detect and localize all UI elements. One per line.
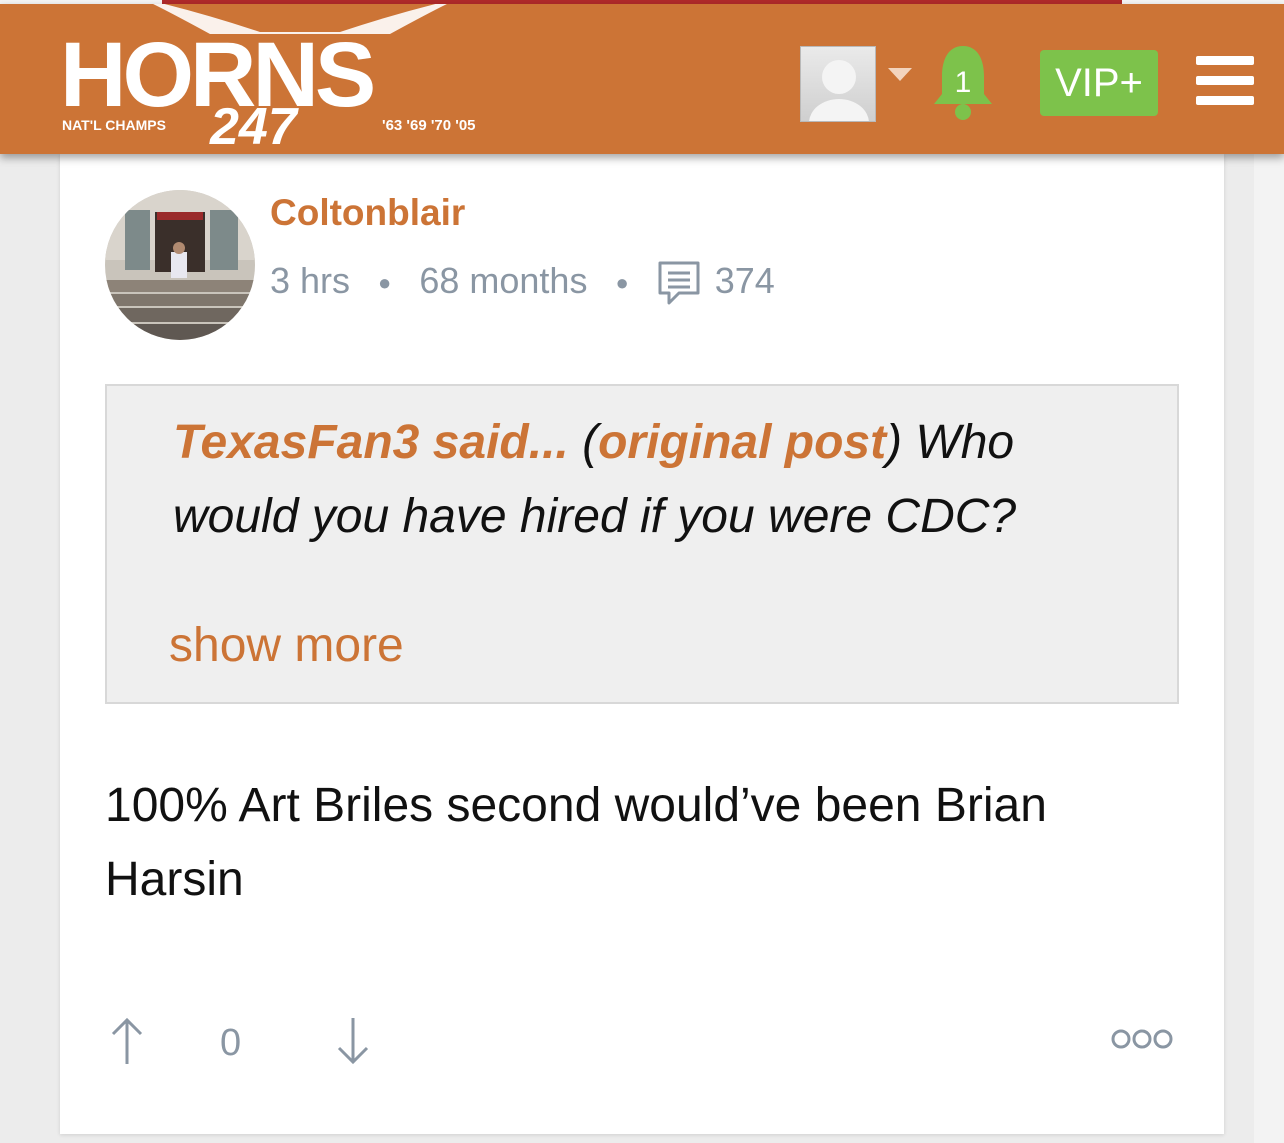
show-more-link[interactable]: show more — [169, 618, 404, 673]
post-count: 374 — [714, 260, 775, 301]
avatar-photo — [105, 190, 255, 340]
upvote-arrow-icon[interactable] — [110, 1016, 144, 1066]
downvote-arrow-icon[interactable] — [336, 1016, 370, 1066]
site-header: HORNS NAT'L CHAMPS 247 '63 '69 '70 '05 1… — [0, 4, 1284, 154]
logo-years: '63 '69 '70 '05 — [382, 117, 476, 134]
user-silhouette-icon — [809, 60, 869, 121]
more-options-icon[interactable] — [1110, 1026, 1174, 1052]
comment-icon — [658, 261, 700, 305]
separator-dot: ● — [378, 270, 392, 296]
quoted-post: TexasFan3 said... (original post) Who wo… — [105, 384, 1179, 704]
notification-count: 1 — [955, 66, 972, 99]
page-gutter — [1254, 154, 1284, 1143]
account-avatar[interactable] — [800, 46, 876, 122]
logo-left-text: NAT'L CHAMPS — [62, 117, 166, 133]
quote-open-paren: ( — [568, 416, 599, 469]
account-dropdown-caret-icon[interactable] — [888, 68, 912, 81]
quote-author[interactable]: TexasFan3 said... — [173, 416, 569, 469]
vip-button[interactable]: VIP+ — [1040, 50, 1158, 116]
vote-count: 0 — [220, 1022, 242, 1064]
post-card: Coltonblair 3 hrs ● 68 months ● 374 TexasFa… — [60, 154, 1224, 1134]
logo-number: 247 — [209, 98, 299, 154]
post-body: 100% Art Briles second would’ve been Bri… — [105, 779, 1047, 906]
notification-bell-icon[interactable]: 1 — [930, 42, 996, 122]
separator-dot: ● — [615, 270, 629, 296]
membership-duration: 68 months — [419, 260, 588, 301]
post-meta: 3 hrs ● 68 months ● 374 — [270, 260, 775, 306]
horns247-logo[interactable]: HORNS NAT'L CHAMPS 247 '63 '69 '70 '05 — [60, 4, 540, 154]
quote-text: TexasFan3 said... (original post) Who wo… — [173, 406, 1133, 554]
username[interactable]: Coltonblair — [270, 192, 465, 234]
original-post-link[interactable]: original post — [598, 416, 886, 469]
post-time: 3 hrs — [270, 260, 351, 301]
user-avatar[interactable] — [105, 190, 255, 340]
hamburger-menu-icon[interactable] — [1196, 56, 1254, 106]
